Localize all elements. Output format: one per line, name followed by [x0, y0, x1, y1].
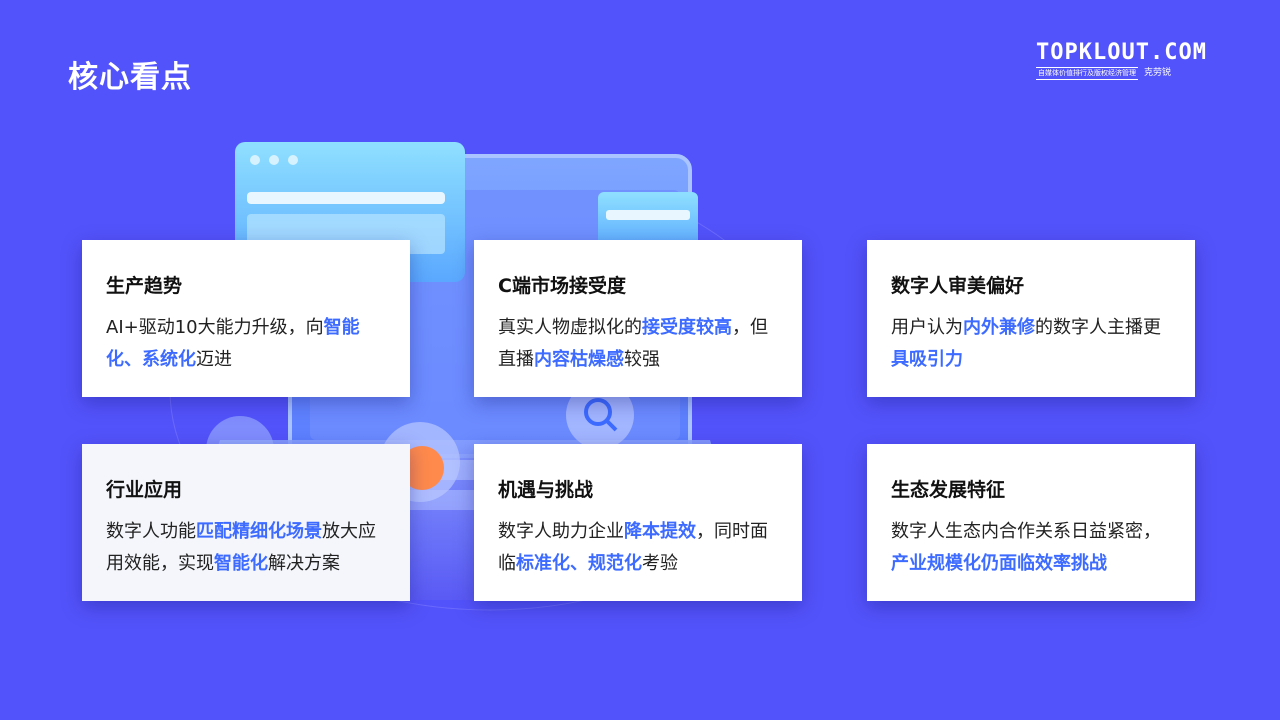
- card-body: 数字人助力企业降本提效，同时面临标准化、规范化考验: [498, 521, 768, 574]
- logo-tagline: 自媒体价值排行及版权经济管理: [1036, 67, 1138, 80]
- card-body: 用户认为内外兼修的数字人主播更具吸引力: [891, 317, 1161, 370]
- card-title: 行业应用: [106, 479, 183, 501]
- logo-wordmark: TOPKLOUT.COM: [1036, 40, 1207, 65]
- card-title: 数字人审美偏好: [891, 275, 1025, 297]
- card-title: 生态发展特征: [891, 479, 1006, 501]
- card-c-market-acceptance: C端市场接受度 真实人物虚拟化的接受度较高，但直播内容枯燥感较强: [474, 240, 802, 397]
- card-title: 生产趋势: [106, 275, 183, 297]
- card-body: 真实人物虚拟化的接受度较高，但直播内容枯燥感较强: [498, 317, 768, 370]
- card-body: 数字人生态内合作关系日益紧密，产业规模化仍面临效率挑战: [891, 521, 1161, 574]
- card-body: AI+驱动10大能力升级，向智能化、系统化迈进: [106, 317, 360, 370]
- logo-cn-name: 克劳锐: [1144, 68, 1172, 78]
- card-industry-application: 行业应用 数字人功能匹配精细化场景放大应用效能，实现智能化解决方案: [82, 444, 410, 601]
- page-title: 核心看点: [68, 60, 192, 95]
- card-ecosystem-features: 生态发展特征 数字人生态内合作关系日益紧密，产业规模化仍面临效率挑战: [867, 444, 1195, 601]
- card-production-trend: 生产趋势 AI+驱动10大能力升级，向智能化、系统化迈进: [82, 240, 410, 397]
- card-body: 数字人功能匹配精细化场景放大应用效能，实现智能化解决方案: [106, 521, 376, 574]
- card-aesthetic-preference: 数字人审美偏好 用户认为内外兼修的数字人主播更具吸引力: [867, 240, 1195, 397]
- card-title: 机遇与挑战: [498, 479, 594, 501]
- brand-logo: TOPKLOUT.COM 自媒体价值排行及版权经济管理 克劳锐: [1036, 40, 1230, 84]
- card-opportunity-challenge: 机遇与挑战 数字人助力企业降本提效，同时面临标准化、规范化考验: [474, 444, 802, 601]
- card-title: C端市场接受度: [498, 275, 626, 297]
